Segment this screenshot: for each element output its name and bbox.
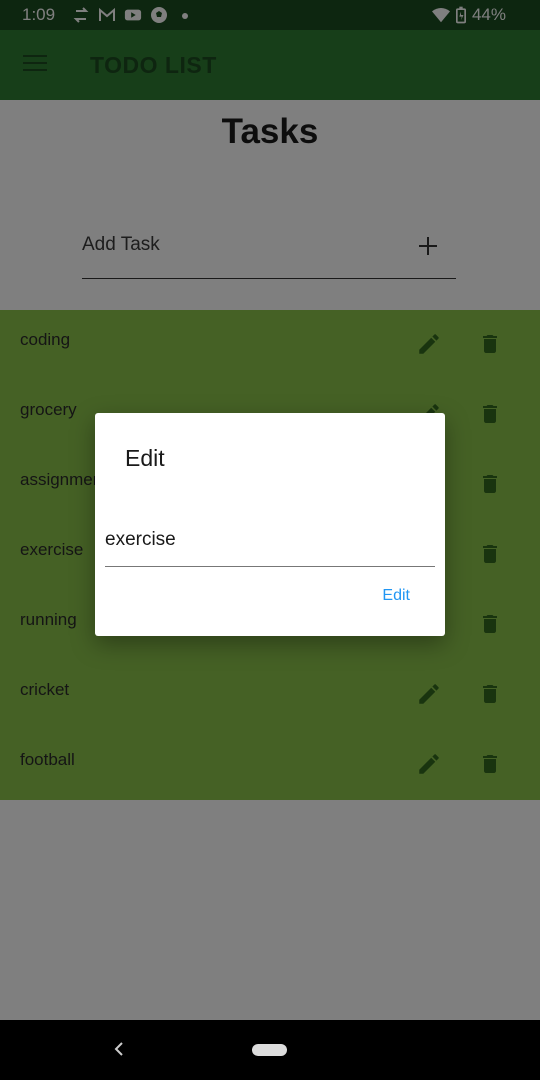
edit-field[interactable] <box>105 521 435 567</box>
edit-dialog: Edit Edit <box>95 413 445 636</box>
edit-confirm-button[interactable]: Edit <box>382 587 410 605</box>
home-button[interactable] <box>252 1044 287 1056</box>
dialog-title: Edit <box>125 445 165 471</box>
navigation-bar <box>0 1020 540 1080</box>
edit-input[interactable] <box>105 527 425 553</box>
back-icon[interactable] <box>110 1040 128 1058</box>
